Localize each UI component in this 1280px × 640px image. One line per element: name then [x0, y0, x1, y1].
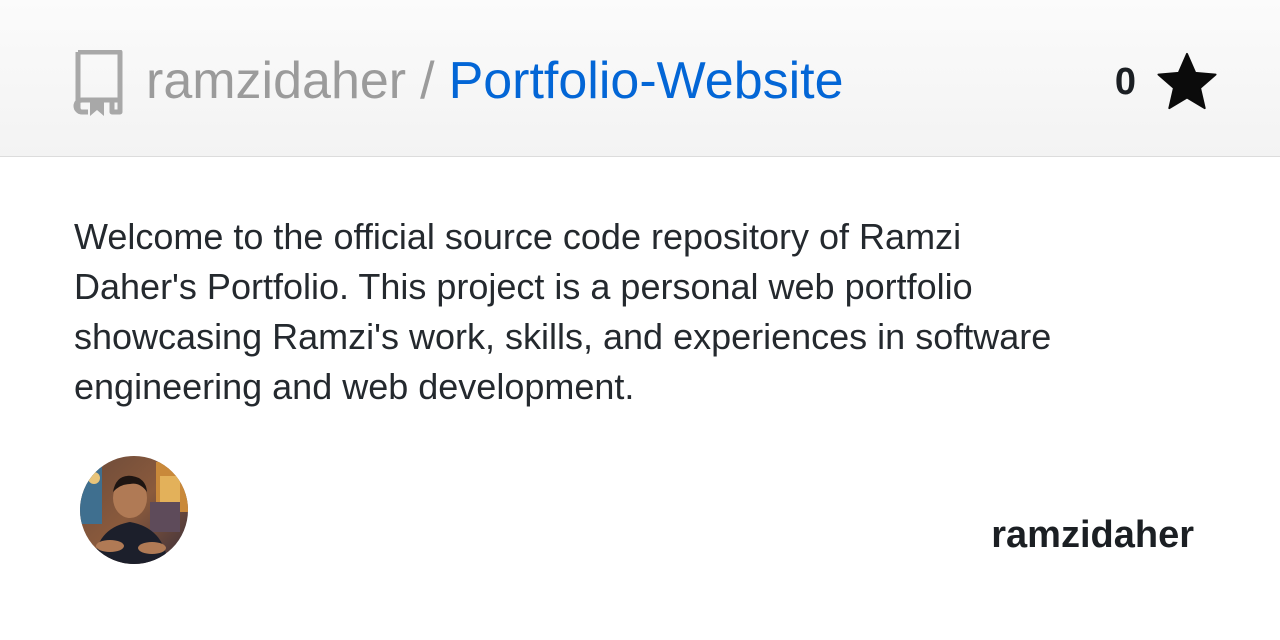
- repo-owner-link[interactable]: ramzidaher: [146, 52, 406, 110]
- title-separator: /: [420, 52, 435, 110]
- repo-title: ramzidaher / Portfolio-Website: [146, 46, 844, 116]
- avatar-photo: [80, 456, 188, 564]
- repo-social-card: ramzidaher / Portfolio-Website 0 Welcome t…: [0, 0, 1280, 640]
- star-count: 0: [1114, 60, 1136, 103]
- author-username[interactable]: ramzidaher: [991, 514, 1194, 557]
- star-icon: [1157, 52, 1217, 110]
- avatar[interactable]: [80, 456, 188, 564]
- repo-name-link[interactable]: Portfolio-Website: [449, 52, 844, 110]
- repo-icon: [70, 49, 126, 116]
- repo-description: Welcome to the official source code repo…: [74, 216, 1052, 407]
- card-header: ramzidaher / Portfolio-Website 0: [0, 0, 1280, 157]
- star-counter[interactable]: 0: [1115, 50, 1218, 114]
